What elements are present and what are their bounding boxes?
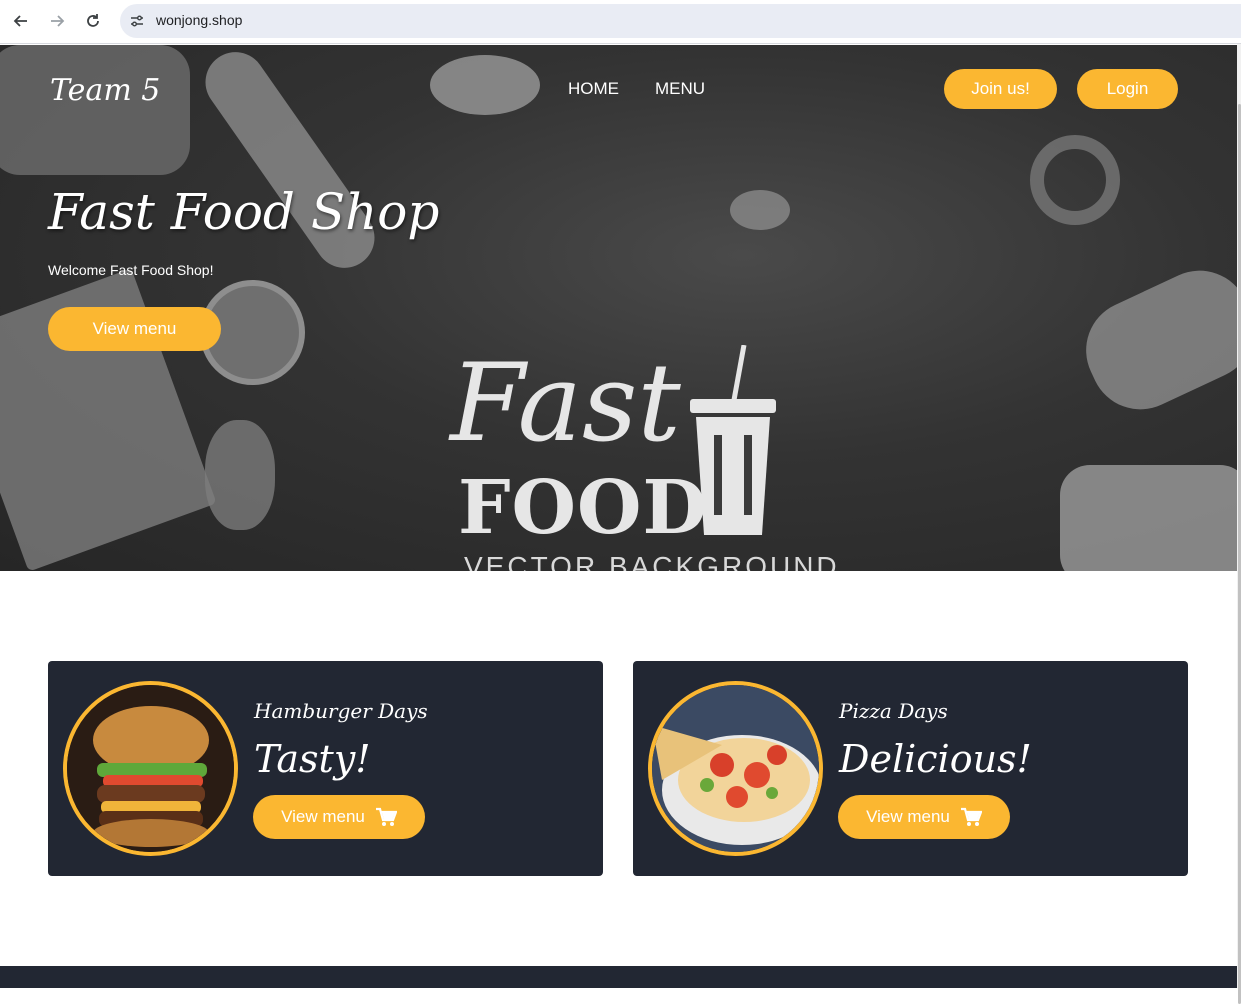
sandwich-illustration <box>0 45 190 175</box>
hero-view-menu-button[interactable]: View menu <box>48 307 221 351</box>
join-button[interactable]: Join us! <box>944 69 1057 109</box>
nav-menu-link[interactable]: MENU <box>655 79 705 99</box>
hamburger-kicker: Hamburger Days <box>254 699 428 723</box>
hamburger-card: Hamburger Days Tasty! View menu <box>48 661 603 876</box>
pizza-card: Pizza Days Delicious! View menu <box>633 661 1188 876</box>
arrow-right-icon <box>51 15 65 27</box>
chips-illustration <box>430 55 540 115</box>
sauce-splash-illustration <box>730 190 790 230</box>
brand-logo[interactable]: Team 5 <box>50 73 160 108</box>
forward-button[interactable] <box>46 10 68 32</box>
scrollbar[interactable] <box>1237 44 1241 1004</box>
hero-art-food: FOOD <box>458 465 708 551</box>
footer <box>0 966 1237 988</box>
pizza-view-menu-button[interactable]: View menu <box>838 795 1010 839</box>
hero-art-vector: VECTOR BACKGROUND <box>464 551 840 572</box>
cart-icon <box>960 807 982 826</box>
hero-art-fast: Fast <box>450 341 681 466</box>
pepper-ring-illustration <box>1030 135 1120 225</box>
hero-subtitle: Welcome Fast Food Shop! <box>48 262 214 278</box>
hero-section: Team 5 HOME MENU Join us! Login Fast Foo… <box>0 45 1237 571</box>
hero-title: Fast Food Shop <box>48 183 440 241</box>
pizza-headline: Delicious! <box>839 737 1032 781</box>
nav-home-link[interactable]: HOME <box>568 79 619 99</box>
hotdog-right-illustration <box>1069 254 1237 426</box>
browser-toolbar: wonjong.shop <box>0 0 1241 44</box>
button-label: View menu <box>866 807 950 826</box>
url-text[interactable]: wonjong.shop <box>156 12 242 28</box>
reload-icon <box>87 14 99 27</box>
pizza-photo <box>648 681 823 856</box>
arrow-left-icon <box>13 15 27 27</box>
site-info-button[interactable] <box>128 12 146 30</box>
hamburger-headline: Tasty! <box>254 737 371 781</box>
address-bar[interactable]: wonjong.shop <box>120 4 1241 38</box>
back-button[interactable] <box>10 10 32 32</box>
hamburger-view-menu-button[interactable]: View menu <box>253 795 425 839</box>
login-button[interactable]: Login <box>1077 69 1178 109</box>
tune-icon <box>131 15 143 27</box>
pizza-kicker: Pizza Days <box>839 699 948 723</box>
reload-button[interactable] <box>82 10 104 32</box>
button-label: View menu <box>281 807 365 826</box>
hamburger-photo <box>63 681 238 856</box>
drink-cup-icon <box>690 345 776 535</box>
chicken-leg-illustration <box>205 420 275 530</box>
cart-icon <box>375 807 397 826</box>
nuggets-illustration <box>1060 465 1237 571</box>
hotdog-illustration <box>193 45 387 280</box>
